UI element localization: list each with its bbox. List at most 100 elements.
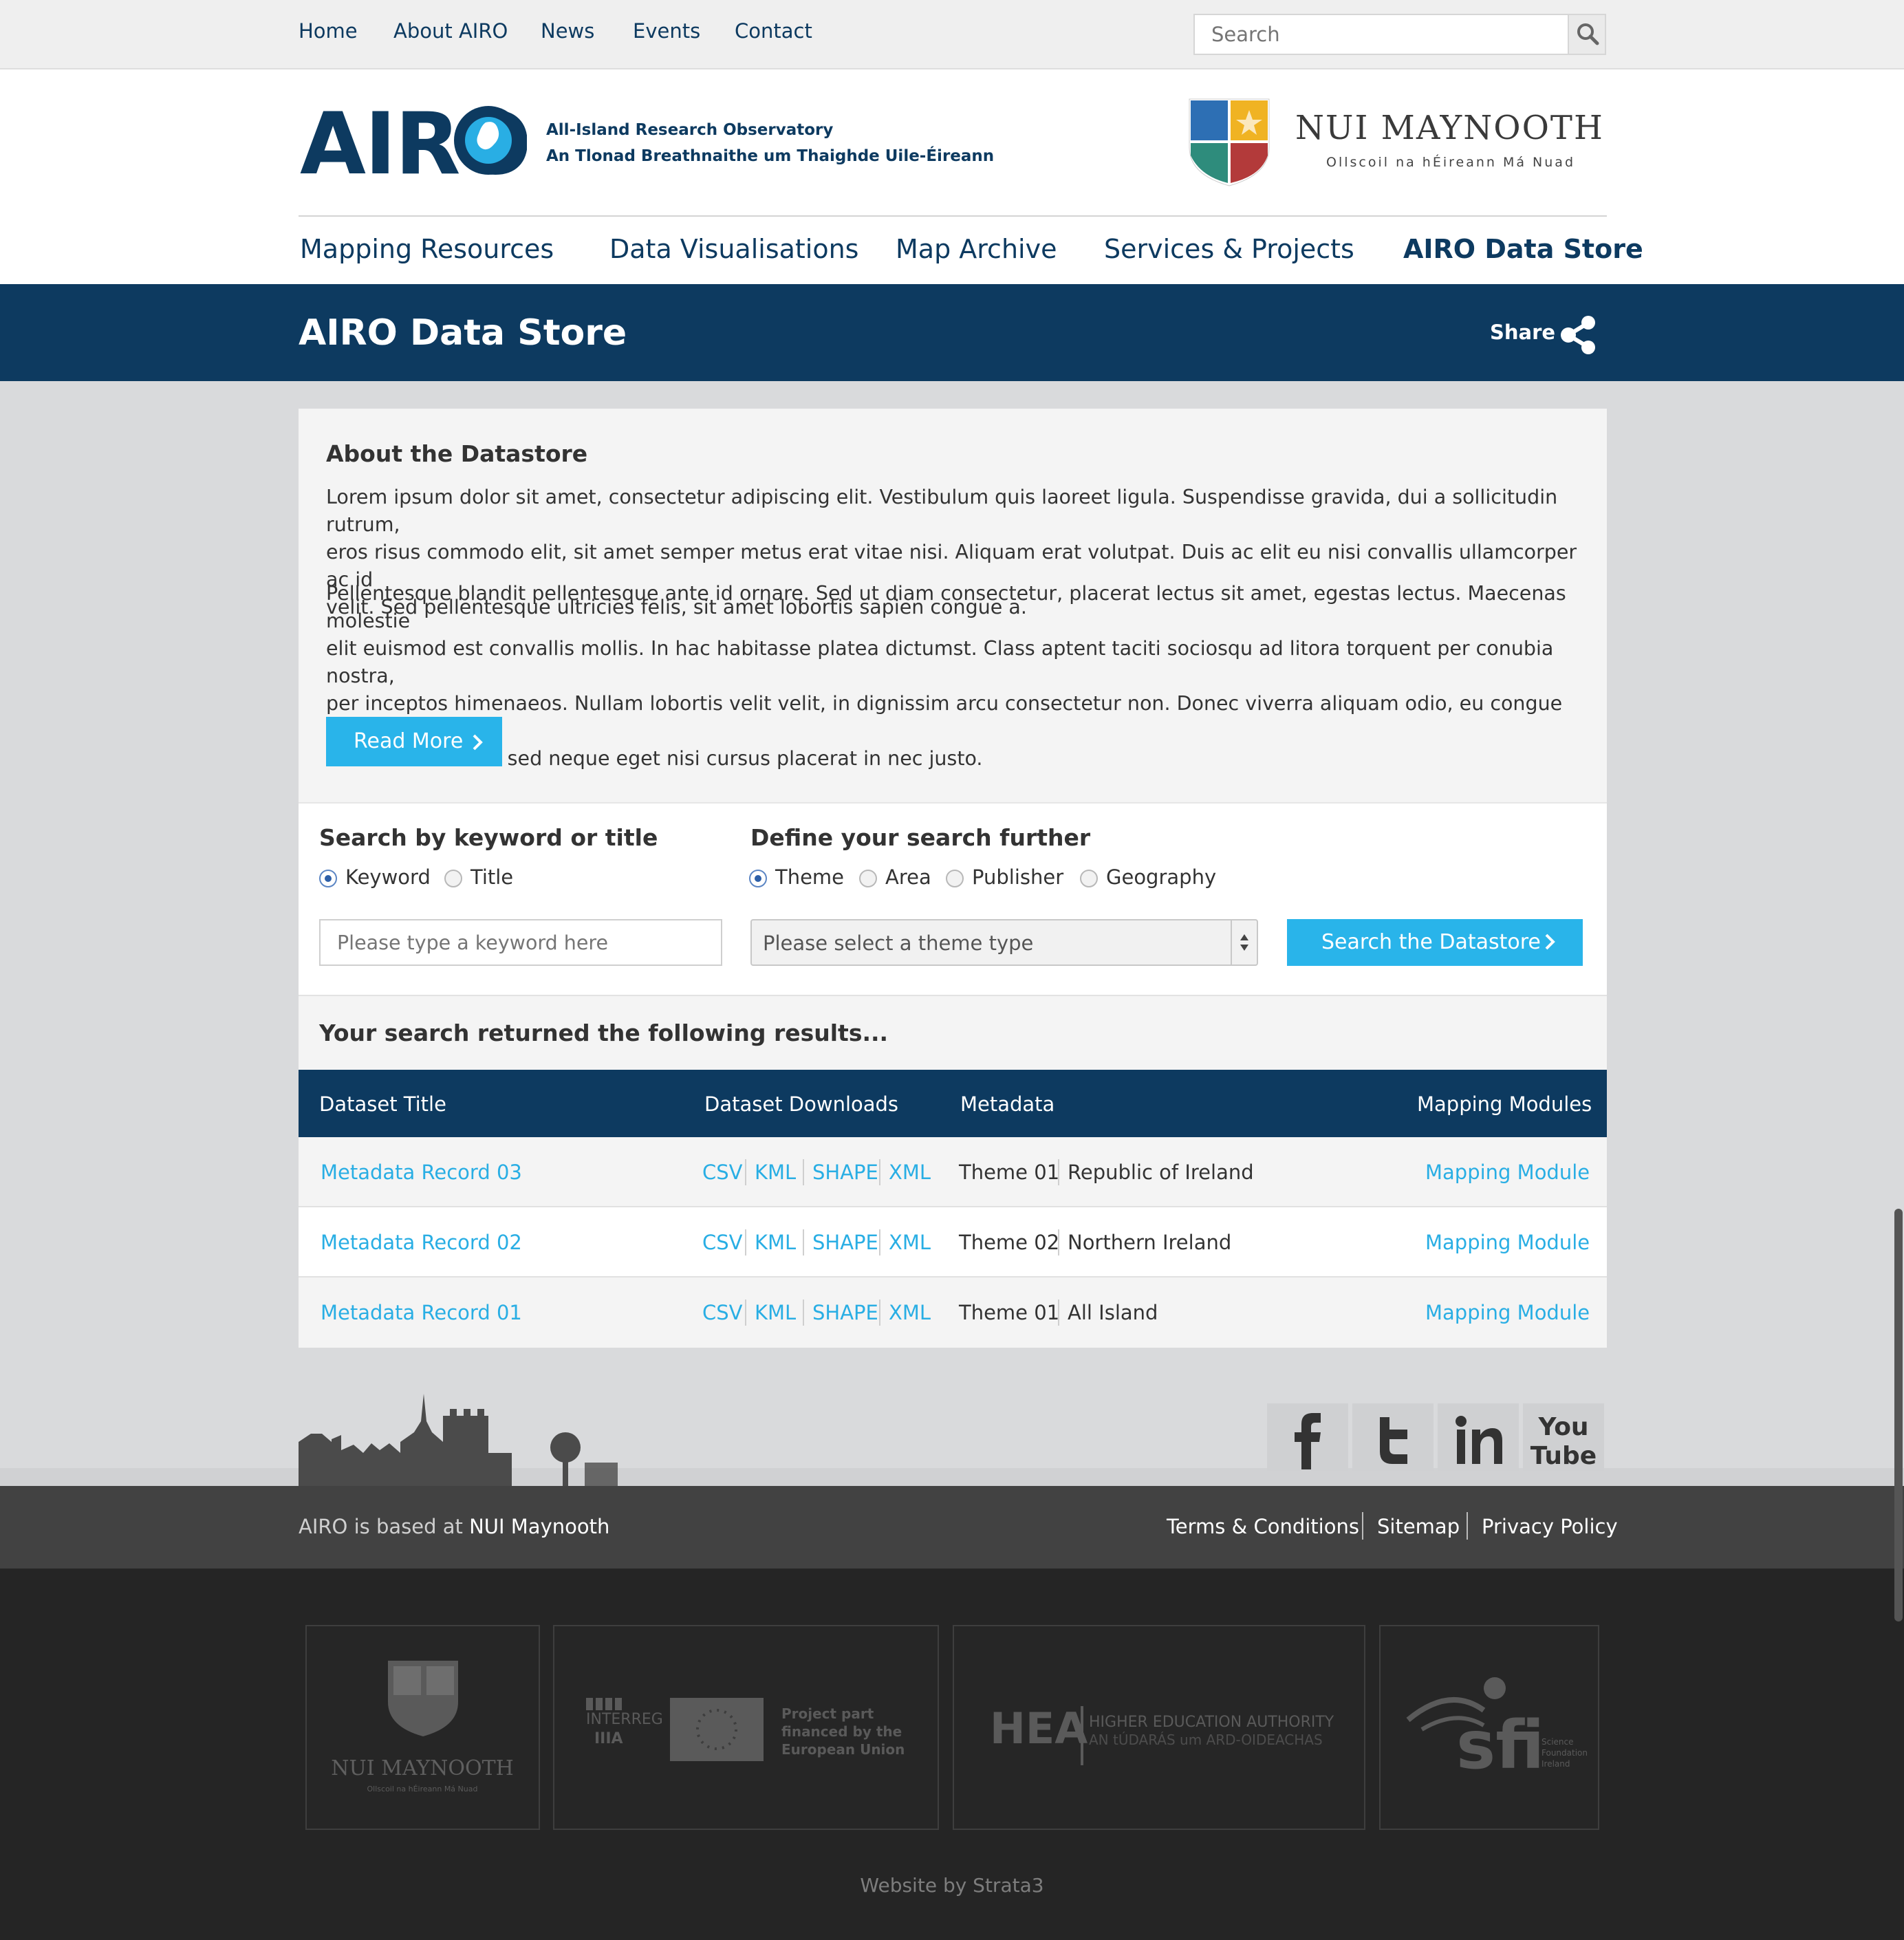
partner-hea[interactable]: HEA HIGHER EDUCATION AUTHORITY AN tÚDARÁ… [953,1625,1365,1830]
svg-text:IIIA: IIIA [594,1730,623,1747]
top-search [1193,14,1606,55]
divider [1467,1512,1468,1540]
read-more-button[interactable]: Read More [326,717,502,766]
linkedin-link[interactable] [1438,1403,1519,1471]
svg-text:HIGHER EDUCATION AUTHORITY: HIGHER EDUCATION AUTHORITY [1089,1714,1334,1731]
text-line: Lorem ipsum dolor sit amet, consectetur … [326,486,1558,536]
nui-maynooth-link[interactable]: NUI Maynooth [469,1515,609,1538]
search-input[interactable] [1195,15,1568,54]
divider [745,1229,746,1255]
top-nav-home[interactable]: Home [299,19,358,43]
privacy-link[interactable]: Privacy Policy [1482,1515,1618,1538]
top-nav-events[interactable]: Events [633,19,700,43]
nav-map-archive[interactable]: Map Archive [896,234,1057,264]
mapping-module-link[interactable]: Mapping Module [1425,1301,1590,1324]
download-csv[interactable]: CSV [702,1161,743,1184]
download-kml[interactable]: KML [755,1301,796,1324]
svg-text:AN tÚDARÁS um ARD-OIDEACHAS: AN tÚDARÁS um ARD-OIDEACHAS [1089,1732,1323,1748]
nui-subtitle: Ollscoil na hÉireann Má Nuad [1326,155,1576,170]
download-xml[interactable]: XML [889,1231,931,1254]
download-csv[interactable]: CSV [702,1231,743,1254]
download-xml[interactable]: XML [889,1161,931,1184]
svg-text:Science: Science [1541,1737,1574,1747]
divider [879,1159,880,1185]
title-bar [0,284,1904,381]
hea-logo: HEA HIGHER EDUCATION AUTHORITY AN tÚDARÁ… [990,1703,1334,1765]
airo-tagline-en: All-Island Research Observatory [546,121,834,139]
download-shape[interactable]: SHAPE [812,1161,878,1184]
dataset-title-link[interactable]: Metadata Record 02 [321,1231,522,1254]
text-line: Pellentesque blandit pellentesque ante i… [326,582,1566,632]
skyline-illustration [299,1394,618,1487]
download-kml[interactable]: KML [755,1161,796,1184]
mapping-module-link[interactable]: Mapping Module [1425,1231,1590,1254]
svg-text:Tube: Tube [1530,1442,1597,1470]
about-paragraph-2: Pellentesque blandit pellentesque ante i… [326,580,1585,773]
dataset-title-link[interactable]: Metadata Record 01 [321,1301,522,1324]
metadata-area: All Island [1068,1301,1158,1324]
download-csv[interactable]: CSV [702,1301,743,1324]
top-nav-contact[interactable]: Contact [735,19,812,43]
nav-services-projects[interactable]: Services & Projects [1104,234,1354,264]
svg-text:INTERREG: INTERREG [586,1711,663,1728]
nav-data-visualisations[interactable]: Data Visualisations [609,234,858,264]
radio-label: Theme [775,865,845,889]
col-dataset-title: Dataset Title [319,1092,446,1116]
dataset-title-link[interactable]: Metadata Record 03 [321,1161,522,1184]
theme-select[interactable]: Please select a theme type [750,919,1258,966]
partner-nui-maynooth[interactable]: NUI MAYNOOTH Ollscoil na hÉireann Má Nua… [305,1625,540,1830]
col-mapping-modules: Mapping Modules [1417,1092,1592,1116]
sitemap-link[interactable]: Sitemap [1377,1515,1460,1538]
youtube-link[interactable]: You Tube [1523,1403,1604,1471]
twitter-link[interactable] [1352,1403,1434,1471]
about-heading: About the Datastore [326,440,588,467]
interreg-logo: INTERREG IIIA Project part financed by t… [586,1698,905,1761]
top-nav-about[interactable]: About AIRO [393,19,508,43]
divider [745,1159,746,1185]
facebook-link[interactable] [1267,1403,1348,1471]
twitter-icon [1380,1417,1407,1464]
keyword-input[interactable] [319,919,722,966]
partner-sfi[interactable]: sfi Science Foundation Ireland [1379,1625,1599,1830]
terms-link[interactable]: Terms & Conditions [1167,1515,1359,1538]
metadata-theme: Theme 01 [959,1301,1060,1324]
divider [803,1300,804,1326]
share-label[interactable]: Share [1490,321,1555,344]
download-xml[interactable]: XML [889,1301,931,1324]
search-button[interactable] [1568,15,1605,54]
theme-select-value: Please select a theme type [763,931,1034,955]
svg-text:Ollscoil na hÉireann Má Nuad: Ollscoil na hÉireann Má Nuad [367,1785,478,1793]
search-datastore-button[interactable]: Search the Datastore [1287,919,1583,966]
download-shape[interactable]: SHAPE [812,1301,878,1324]
linkedin-icon [1456,1416,1502,1464]
download-shape[interactable]: SHAPE [812,1231,878,1254]
nav-mapping-resources[interactable]: Mapping Resources [300,234,554,264]
col-dataset-downloads: Dataset Downloads [704,1092,899,1116]
site-credit[interactable]: Website by Strata3 [0,1874,1904,1897]
partner-interreg-eu[interactable]: INTERREG IIIA Project part financed by t… [553,1625,939,1830]
mapping-module-link[interactable]: Mapping Module [1425,1161,1590,1184]
nav-airo-data-store[interactable]: AIRO Data Store [1403,234,1643,264]
svg-text:Foundation: Foundation [1541,1748,1588,1758]
radio-dot [859,870,877,887]
svg-text:Ireland: Ireland [1541,1759,1570,1769]
footer-bar [0,1486,1904,1569]
top-nav-news[interactable]: News [541,19,594,43]
nui-crest-icon: NUI MAYNOOTH Ollscoil na hÉireann Má Nua… [331,1661,514,1793]
divider [803,1159,804,1185]
metadata-area: Northern Ireland [1068,1231,1232,1254]
radio-dot [749,870,767,887]
metadata-theme: Theme 01 [959,1161,1060,1184]
radio-label: Publisher [972,865,1064,889]
radio-dot [946,870,964,887]
divider [803,1229,804,1255]
metadata-theme: Theme 02 [959,1231,1060,1254]
download-kml[interactable]: KML [755,1231,796,1254]
results-heading: Your search returned the following resul… [319,1020,889,1046]
divider [1058,1300,1059,1326]
svg-text:European Union: European Union [781,1741,905,1758]
divider [879,1229,880,1255]
scrollbar-thumb[interactable] [1894,1209,1903,1621]
keyword-search-heading: Search by keyword or title [319,824,658,851]
share-icon[interactable] [1559,315,1599,355]
